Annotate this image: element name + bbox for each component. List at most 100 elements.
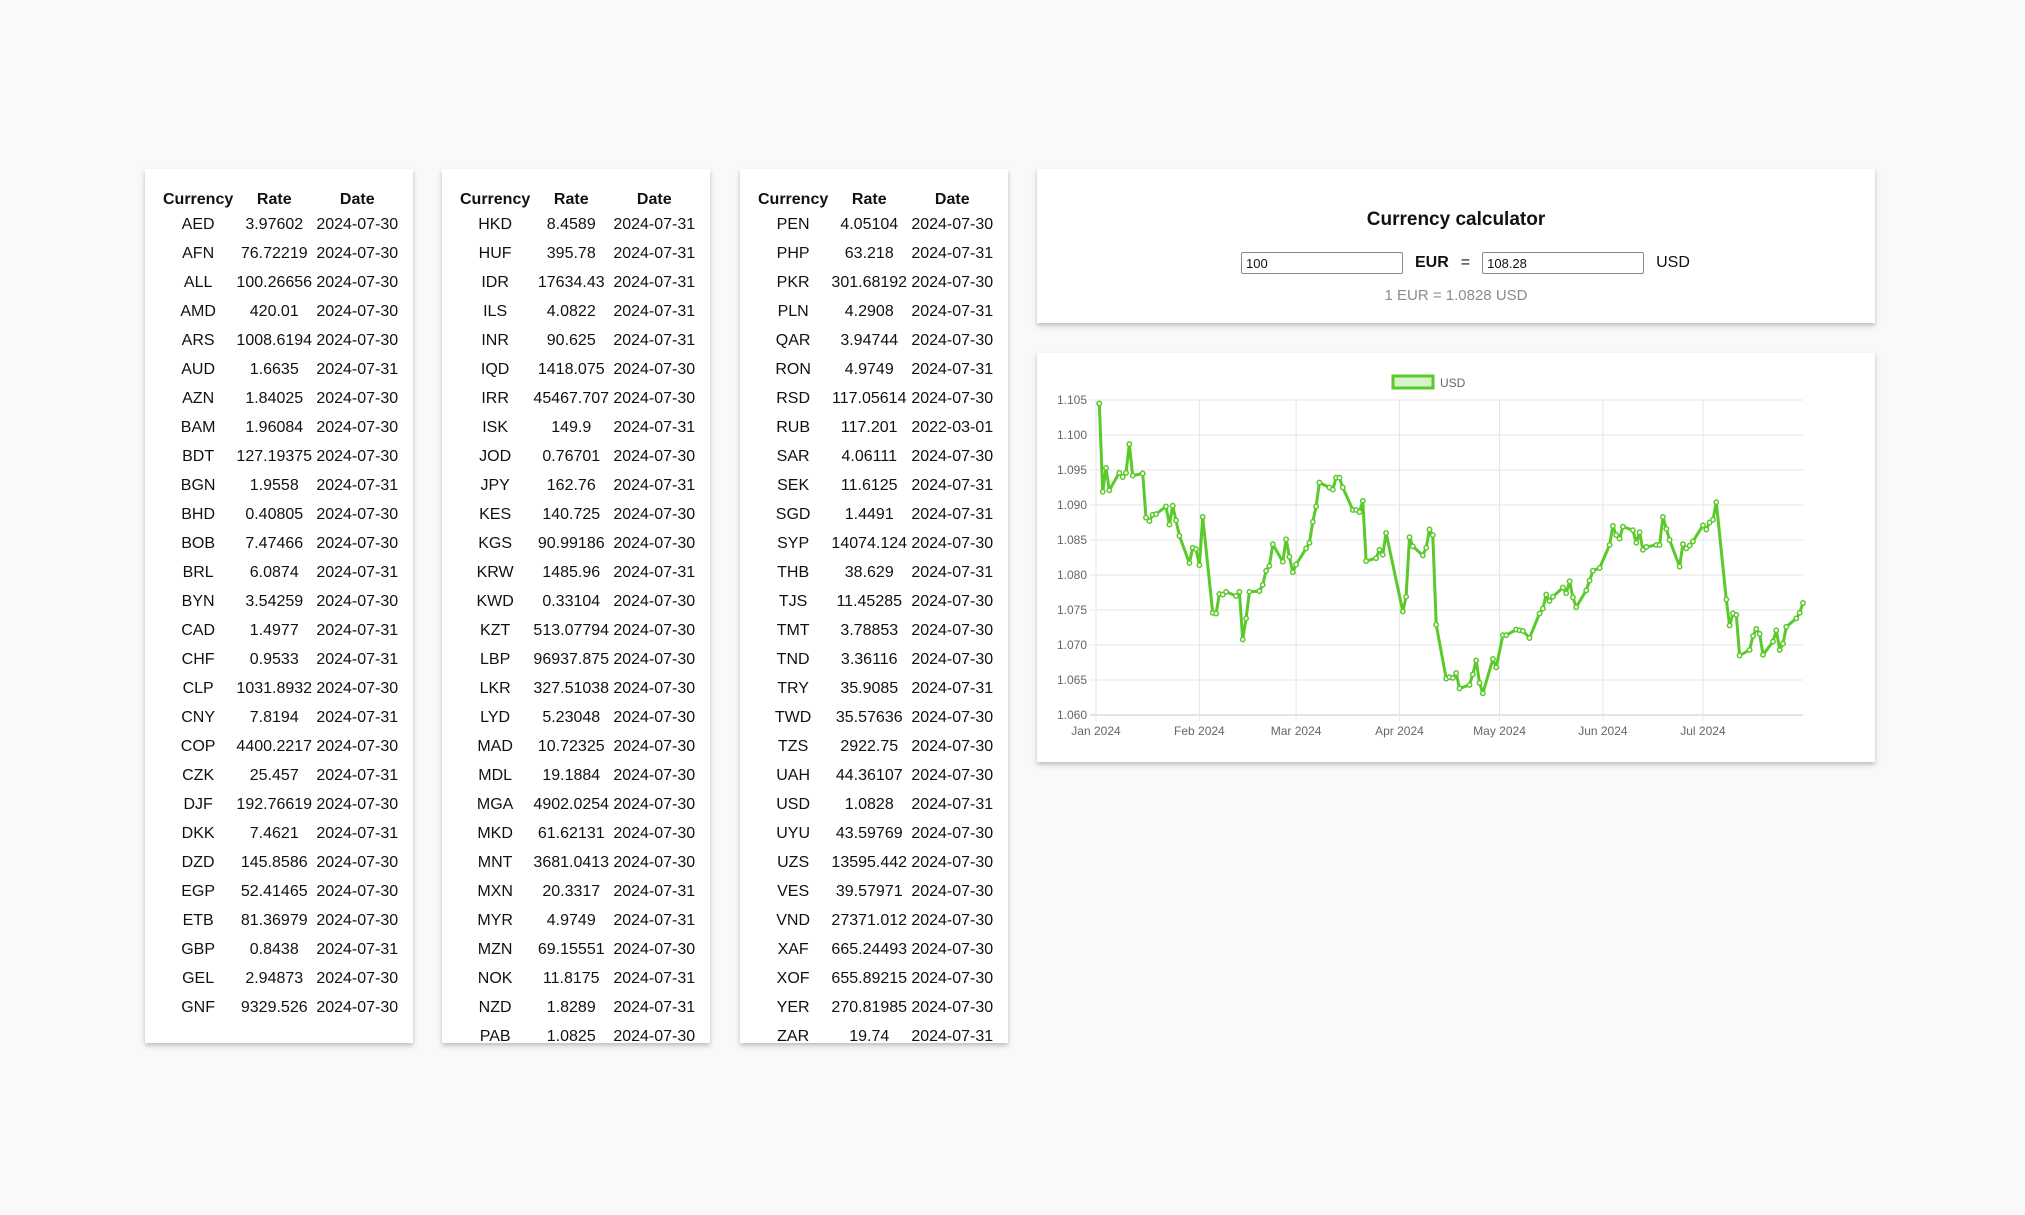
date-cell: 2024-07-30 xyxy=(911,854,994,871)
currency-code-cell: TWD xyxy=(774,709,812,726)
data-point xyxy=(1173,517,1179,524)
date-cell: 2024-07-30 xyxy=(613,651,696,668)
rate-cell: 1008.6194 xyxy=(236,332,313,349)
date-cell: 2024-07-31 xyxy=(613,883,696,900)
rate-cell: 3.94744 xyxy=(840,332,899,349)
data-point xyxy=(1776,646,1783,653)
rate-cell: 513.07794 xyxy=(533,622,610,639)
date-cell: 2024-07-30 xyxy=(911,941,994,958)
date-cell: 2024-07-30 xyxy=(911,970,994,987)
data-point xyxy=(1760,651,1766,658)
date-cell: 2024-07-31 xyxy=(911,680,994,697)
data-point xyxy=(1426,526,1433,533)
rate-cell: 38.629 xyxy=(844,564,894,581)
data-point xyxy=(1559,584,1566,591)
date-cell: 2024-07-30 xyxy=(613,448,696,465)
data-point xyxy=(1269,541,1276,548)
date-cell: 2024-07-30 xyxy=(316,506,399,523)
table-row: ZAR 19.74 2024-07-31 xyxy=(758,1022,994,1051)
data-point xyxy=(1659,513,1666,520)
data-point xyxy=(1169,502,1176,509)
rate-cell: 4.05104 xyxy=(840,216,899,233)
date-cell: 2024-07-30 xyxy=(911,999,994,1016)
date-cell: 2024-07-30 xyxy=(316,274,399,291)
data-point xyxy=(1233,593,1240,599)
date-cell: 2024-07-30 xyxy=(316,390,399,407)
currency-code-cell: IDR xyxy=(481,274,509,291)
data-point xyxy=(1399,608,1406,615)
currency-code-cell: SGD xyxy=(775,506,811,523)
date-cell: 2024-07-30 xyxy=(316,216,399,233)
table-row: IRR 45467.707 2024-07-30 xyxy=(460,384,696,413)
data-point xyxy=(1466,681,1473,688)
table-row: QAR 3.94744 2024-07-30 xyxy=(758,326,994,355)
table-row: BYN 3.54259 2024-07-30 xyxy=(163,587,399,616)
date-cell: 2024-07-30 xyxy=(613,1028,696,1045)
rate-cell: 0.8438 xyxy=(249,941,299,958)
date-cell: 2024-07-30 xyxy=(911,622,994,639)
currency-code-cell: THB xyxy=(777,564,810,581)
table-row: PHP 63.218 2024-07-31 xyxy=(758,239,994,268)
currency-code-cell: HUF xyxy=(478,245,512,262)
data-point xyxy=(1606,541,1613,548)
data-point xyxy=(1750,632,1756,639)
data-point xyxy=(1733,611,1740,618)
rate-cell: 25.457 xyxy=(249,767,299,784)
data-point xyxy=(1236,588,1243,595)
currency-header: Currency xyxy=(460,191,531,208)
data-point xyxy=(1503,632,1510,639)
date-cell: 2024-07-31 xyxy=(613,303,696,320)
data-point xyxy=(1546,597,1553,604)
currency-code-cell: NOK xyxy=(477,970,513,987)
amount-to-input[interactable] xyxy=(1482,252,1645,274)
date-cell: 2024-07-30 xyxy=(613,709,696,726)
table-row: MXN 20.3317 2024-07-31 xyxy=(460,877,696,906)
rate-cell: 90.99186 xyxy=(537,535,605,552)
rates-table-card-3: Currency Rate Date PEN 4.05104 2024-07-30 P… xyxy=(740,169,1008,1045)
table-row: YER 270.81985 2024-07-30 xyxy=(758,993,994,1022)
table-row: UAH 44.36107 2024-07-30 xyxy=(758,761,994,790)
rate-cell: 2.94873 xyxy=(245,970,304,987)
table-row: BHD 0.40805 2024-07-30 xyxy=(163,500,399,529)
rate-cell: 11.6125 xyxy=(840,477,898,494)
table-row: SYP 14074.124 2024-07-30 xyxy=(758,529,994,558)
data-point xyxy=(1423,544,1430,551)
rate-cell: 81.36979 xyxy=(240,912,308,929)
data-point xyxy=(1336,474,1343,481)
currency-code-cell: RON xyxy=(775,361,811,378)
table-row: RUB 117.201 2022-03-01 xyxy=(758,413,994,442)
rate-cell: 1.4977 xyxy=(249,622,299,639)
rate-cell: 11.45285 xyxy=(836,593,903,610)
table-row: GBP 0.8438 2024-07-31 xyxy=(163,935,399,964)
legend-swatch xyxy=(1391,374,1435,390)
table-row: ILS 4.0822 2024-07-31 xyxy=(460,297,696,326)
currency-code-cell: MAD xyxy=(477,738,513,755)
data-point xyxy=(1633,539,1640,546)
usd-series-line xyxy=(1097,403,1805,695)
data-point xyxy=(1196,562,1203,569)
data-point xyxy=(1119,474,1126,480)
rate-header: Rate xyxy=(553,191,589,208)
date-header: Date xyxy=(934,191,970,208)
data-point xyxy=(1373,555,1380,562)
currency-code-cell: PEN xyxy=(776,216,810,233)
x-tick-label: Apr 2024 xyxy=(1375,724,1424,738)
currency-code-cell: USD xyxy=(776,796,811,813)
date-cell: 2024-07-30 xyxy=(911,738,994,755)
data-point xyxy=(1473,657,1480,664)
data-point xyxy=(1713,499,1720,506)
amount-from-input[interactable] xyxy=(1241,252,1403,274)
table-row: AUD 1.6635 2024-07-31 xyxy=(163,355,399,384)
currency-code-cell: IQD xyxy=(480,361,510,378)
date-header: Date xyxy=(339,191,375,208)
table-row: BOB 7.47466 2024-07-30 xyxy=(163,529,399,558)
currency-code-cell: COP xyxy=(180,738,216,755)
date-cell: 2024-07-30 xyxy=(613,593,696,610)
data-point xyxy=(1586,577,1593,584)
currency-code-cell: ILS xyxy=(483,303,508,320)
currency-code-cell: VES xyxy=(777,883,810,900)
table-row: CNY 7.8194 2024-07-31 xyxy=(163,703,399,732)
data-point xyxy=(1609,523,1616,529)
date-cell: 2024-07-31 xyxy=(613,216,696,233)
rate-cell: 35.9085 xyxy=(840,680,899,697)
